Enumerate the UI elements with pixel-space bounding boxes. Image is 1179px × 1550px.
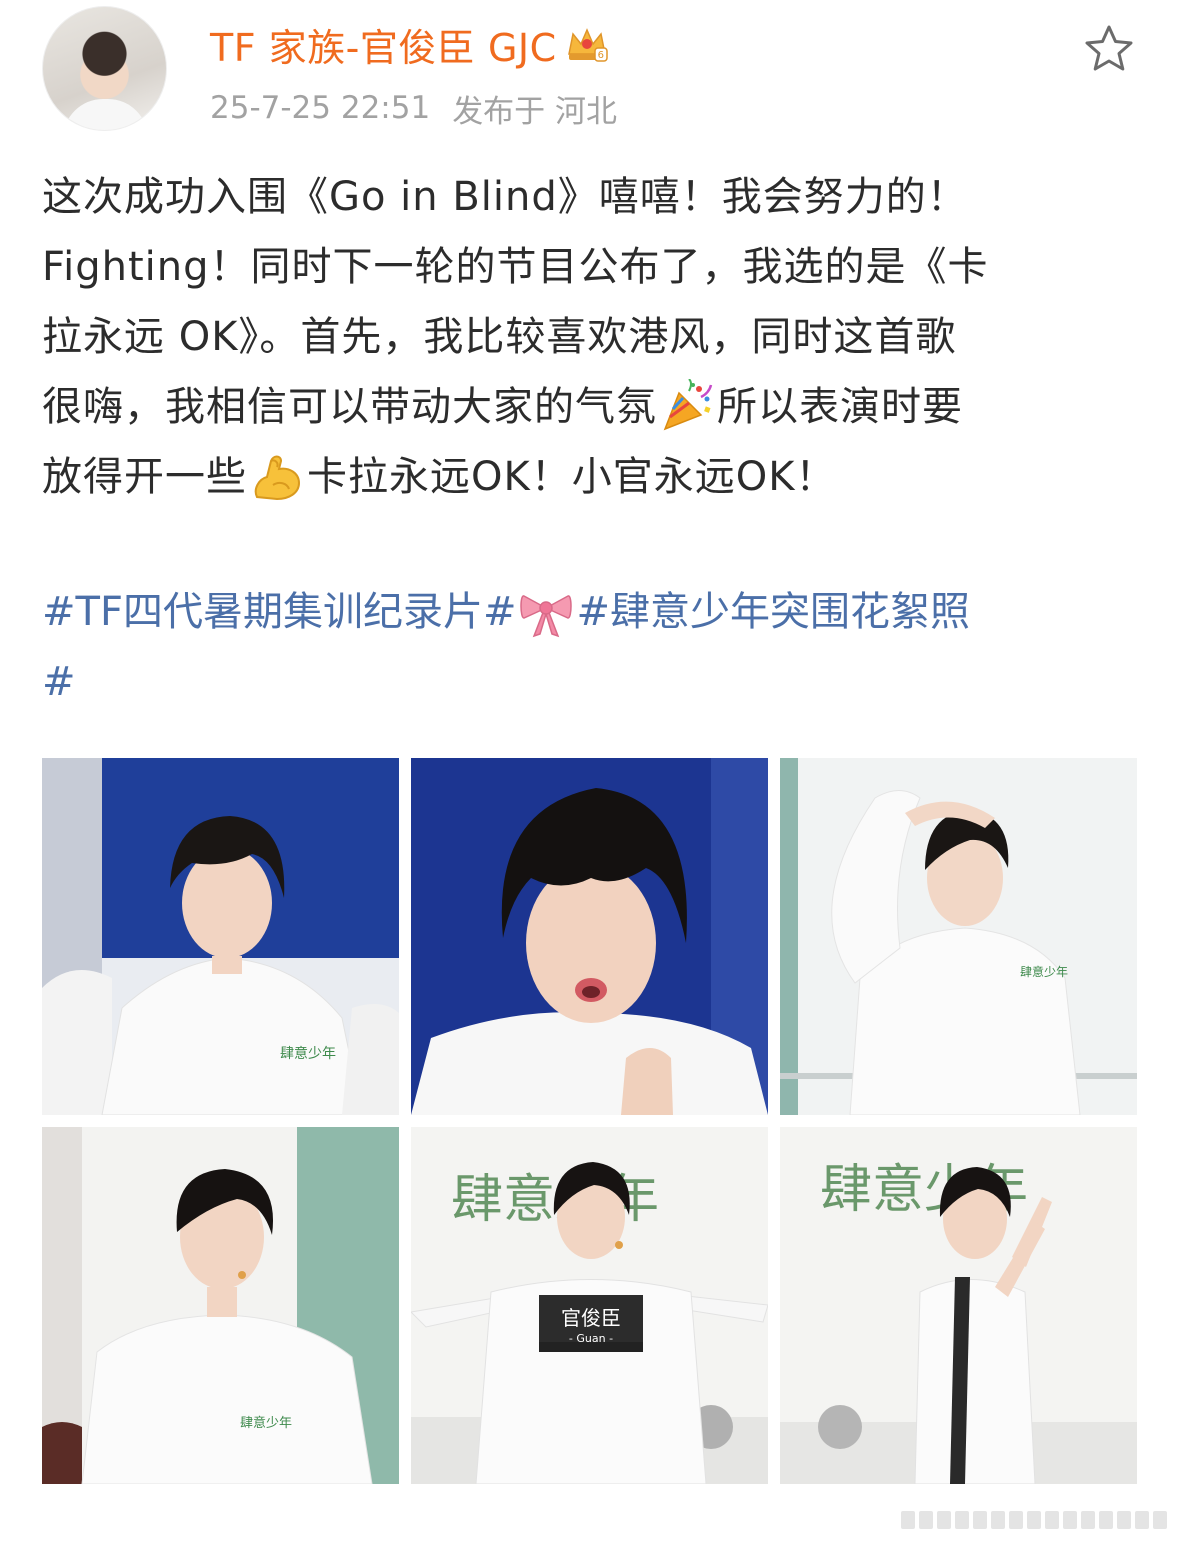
photo-6[interactable]: 肆意少年 bbox=[780, 1127, 1137, 1484]
ribbon-bow-icon bbox=[518, 584, 574, 640]
avatar[interactable] bbox=[42, 6, 167, 131]
crown-badge-icon: 6 bbox=[565, 24, 609, 64]
post-timestamp: 25-7-25 22:51 bbox=[210, 90, 431, 126]
post-line-1: 这次成功入围《Go in Blind》嘻嘻！我会努力的！ bbox=[42, 174, 968, 220]
topic-tag-2-end[interactable]: # bbox=[42, 647, 76, 717]
post-line-5b: 卡拉永远OK！小官永远OK！ bbox=[307, 454, 837, 500]
avatar-shirt bbox=[63, 99, 148, 130]
photo-4[interactable]: 肆意少年 bbox=[42, 1127, 399, 1484]
tag-line-1: #TF四代暑期集训纪录片# #肆意少年突围花絮照 bbox=[42, 577, 1142, 647]
post-tags: #TF四代暑期集训纪录片# #肆意少年突围花絮照 # bbox=[42, 577, 1142, 717]
weibo-post: TF 家族-官俊臣 GJC 6 25-7-25 22:51 发布于 河北 这次成… bbox=[0, 0, 1179, 1550]
author-name-text: TF 家族-官俊臣 GJC bbox=[210, 25, 557, 70]
post-location: 发布于 河北 bbox=[452, 93, 618, 130]
name-tag-text: 官俊臣 bbox=[561, 1306, 621, 1330]
post-line-5a: 放得开一些 bbox=[42, 454, 247, 500]
topic-tag-1[interactable]: #TF四代暑期集训纪录片# bbox=[42, 577, 516, 647]
post-line-4b: 所以表演时要 bbox=[717, 384, 963, 430]
photo-3[interactable]: 肆意少年 bbox=[780, 758, 1137, 1115]
post-line-2: Fighting！同时下一轮的节目公布了，我选的是《卡 bbox=[42, 244, 989, 290]
name-tag-sub: - Guan - bbox=[569, 1332, 613, 1345]
post-line-4a: 很嗨，我相信可以带动大家的气氛 bbox=[42, 384, 657, 430]
topic-tag-2[interactable]: #肆意少年突围花絮照 bbox=[576, 577, 970, 647]
tag-line-2: # bbox=[42, 647, 1142, 717]
svg-text:6: 6 bbox=[597, 50, 604, 61]
star-outline-icon[interactable] bbox=[1083, 24, 1135, 74]
watermark bbox=[901, 1506, 1167, 1534]
party-popper-icon bbox=[659, 378, 715, 435]
post-line-4: 很嗨，我相信可以带动大家的气氛 所以表演时要 bbox=[42, 372, 1142, 442]
photo-1[interactable]: 肆意少年 bbox=[42, 758, 399, 1115]
post-body: 这次成功入围《Go in Blind》嘻嘻！我会努力的！ Fighting！同时… bbox=[42, 162, 1142, 512]
shirt-logo-4: 肆意少年 bbox=[240, 1415, 292, 1431]
photo-grid: 肆意少年 肆意少年 肆意少年 官俊臣 - Guan - 肆意少年 bbox=[42, 758, 1137, 1484]
shirt-logo-3: 肆意少年 bbox=[1020, 964, 1068, 979]
photo-5[interactable]: 肆意少年 官俊臣 - Guan - bbox=[411, 1127, 768, 1484]
shirt-logo-1: 肆意少年 bbox=[280, 1045, 336, 1062]
photo-2[interactable] bbox=[411, 758, 768, 1115]
post-line-5: 放得开一些 卡拉永远OK！小官永远OK！ bbox=[42, 442, 1142, 512]
flexed-biceps-icon bbox=[249, 449, 305, 505]
post-line-3: 拉永远 OK》。首先，我比较喜欢港风，同时这首歌 bbox=[42, 314, 957, 360]
author-name[interactable]: TF 家族-官俊臣 GJC 6 bbox=[210, 18, 609, 70]
post-meta: 25-7-25 22:51 发布于 河北 bbox=[210, 86, 617, 130]
